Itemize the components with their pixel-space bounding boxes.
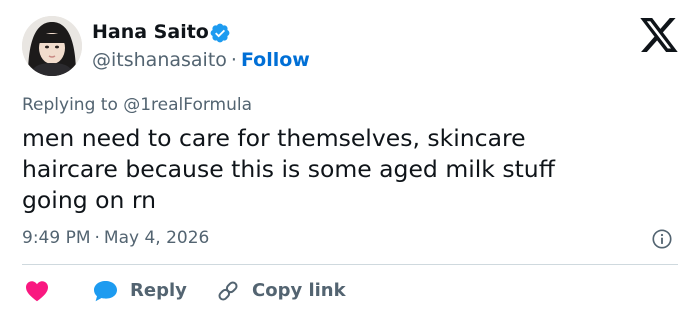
avatar-image bbox=[22, 16, 82, 76]
author-name[interactable]: Hana Saito bbox=[92, 20, 209, 44]
timestamp-date[interactable]: May 4, 2026 bbox=[104, 228, 209, 248]
follow-button[interactable]: Follow bbox=[241, 49, 310, 71]
timestamp-time[interactable]: 9:49 PM bbox=[22, 228, 91, 248]
verified-badge-icon bbox=[210, 23, 230, 43]
avatar[interactable] bbox=[22, 16, 82, 76]
reply-button[interactable]: Reply bbox=[93, 277, 187, 305]
reply-context: Replying to @1realFormula bbox=[22, 95, 253, 115]
speech-bubble-icon bbox=[94, 281, 117, 302]
timestamp[interactable]: 9:49 PM · May 4, 2026 bbox=[22, 227, 209, 249]
x-logo-icon[interactable] bbox=[640, 18, 678, 52]
handle-row: @itshanasaito · Follow bbox=[92, 48, 310, 72]
tweet-body-line: going on rn bbox=[22, 186, 156, 214]
copy-link-button[interactable]: Copy link bbox=[216, 277, 346, 305]
tweet-body-line: men need to care for themselves, skincar… bbox=[22, 124, 526, 152]
link-icon bbox=[218, 281, 238, 301]
heart-icon bbox=[26, 281, 48, 302]
author-handle[interactable]: @itshanasaito bbox=[92, 49, 227, 71]
timestamp-separator: · bbox=[94, 228, 100, 248]
copy-link-label: Copy link bbox=[252, 280, 346, 301]
tweet-body-line: haircare because this is some aged milk … bbox=[22, 155, 555, 183]
tweet-card: Hana Saito @itshanasaito · Follow Replying… bbox=[0, 0, 700, 318]
like-button[interactable] bbox=[25, 277, 49, 305]
handle-separator: · bbox=[230, 49, 237, 71]
info-icon[interactable] bbox=[651, 228, 673, 250]
tweet-body: men need to care for themselves, skincar… bbox=[22, 123, 662, 216]
divider bbox=[22, 264, 678, 265]
reply-label: Reply bbox=[130, 280, 187, 301]
